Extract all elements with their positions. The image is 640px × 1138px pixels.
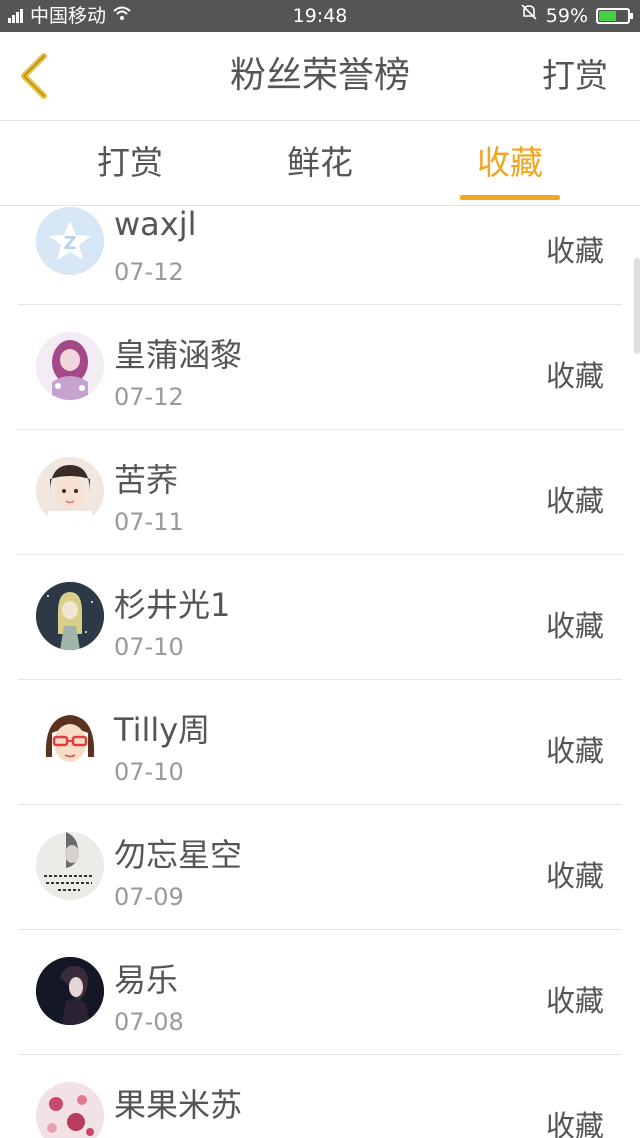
fan-name: 杉井光1 — [114, 586, 231, 624]
tab-label: 鲜花 — [287, 143, 353, 182]
battery-percent: 59% — [545, 5, 588, 27]
fan-date: 07-08 — [114, 1008, 184, 1036]
reward-button[interactable]: 打赏 — [542, 32, 608, 120]
fan-date: 07-09 — [114, 883, 184, 911]
fan-action: 收藏 — [545, 609, 604, 643]
fan-name: 易乐 — [114, 961, 179, 999]
scrollbar[interactable] — [634, 258, 640, 354]
fan-date: 07-11 — [114, 508, 184, 536]
tab-reward[interactable]: 打赏 — [70, 121, 190, 205]
list-item[interactable]: Tilly周 07-10 收藏 — [18, 679, 622, 805]
list-item[interactable]: 苦荞 07-11 收藏 — [18, 429, 622, 555]
list-item[interactable]: Z waxjl 07-12 收藏 — [18, 206, 622, 305]
fan-action: 收藏 — [545, 859, 604, 893]
fan-name: 皇蒲涵黎 — [114, 336, 243, 374]
fan-date: 07-10 — [114, 758, 184, 786]
list-item[interactable]: 果果米苏 收藏 — [18, 1054, 622, 1138]
tab-label: 打赏 — [97, 143, 163, 182]
girl-photo-avatar — [36, 457, 104, 525]
text-photo-avatar — [36, 832, 104, 900]
fan-name: 苦荞 — [114, 461, 179, 499]
fan-date: 07-10 — [114, 633, 184, 661]
anime-girl-avatar — [36, 332, 104, 400]
fan-action: 收藏 — [545, 234, 604, 268]
dark-portrait-avatar — [36, 957, 104, 1025]
list-item[interactable]: 杉井光1 07-10 收藏 — [18, 554, 622, 680]
fan-name: waxjl — [114, 206, 197, 243]
tab-label: 收藏 — [477, 143, 543, 182]
tab-flowers[interactable]: 鲜花 — [260, 121, 380, 205]
fan-date: 07-12 — [114, 383, 184, 411]
status-bar: 中国移动 19:48 59% — [0, 0, 640, 32]
fan-action: 收藏 — [545, 734, 604, 768]
fan-name: 勿忘星空 — [114, 836, 243, 874]
fan-action: 收藏 — [545, 1109, 604, 1138]
cartoon-glasses-avatar — [36, 707, 104, 775]
list-item[interactable]: 皇蒲涵黎 07-12 收藏 — [18, 304, 622, 430]
fan-date: 07-12 — [114, 258, 184, 286]
battery-charging-icon — [596, 8, 633, 24]
active-tab-indicator — [460, 195, 560, 200]
fan-action: 收藏 — [545, 984, 604, 1018]
default-avatar-icon: Z — [36, 207, 104, 275]
fan-action: 收藏 — [545, 484, 604, 518]
list-item[interactable]: 易乐 07-08 收藏 — [18, 929, 622, 1055]
list-item[interactable]: 勿忘星空 07-09 收藏 — [18, 804, 622, 930]
tab-favorites[interactable]: 收藏 — [450, 121, 570, 205]
fan-name: 果果米苏 — [114, 1086, 243, 1124]
tab-bar: 打赏 鲜花 收藏 — [0, 121, 640, 206]
anime-night-avatar — [36, 582, 104, 650]
flower-avatar — [36, 1082, 104, 1138]
svg-text:Z: Z — [63, 233, 76, 254]
mute-bell-icon — [520, 0, 538, 32]
nav-header: 粉丝荣誉榜 打赏 — [0, 32, 640, 121]
fan-list[interactable]: Z waxjl 07-12 收藏 皇蒲涵黎 07-12 收藏 苦荞 07-11 … — [0, 206, 640, 1138]
status-right: 59% — [520, 0, 633, 32]
fan-name: Tilly周 — [114, 711, 211, 749]
fan-action: 收藏 — [545, 359, 604, 393]
